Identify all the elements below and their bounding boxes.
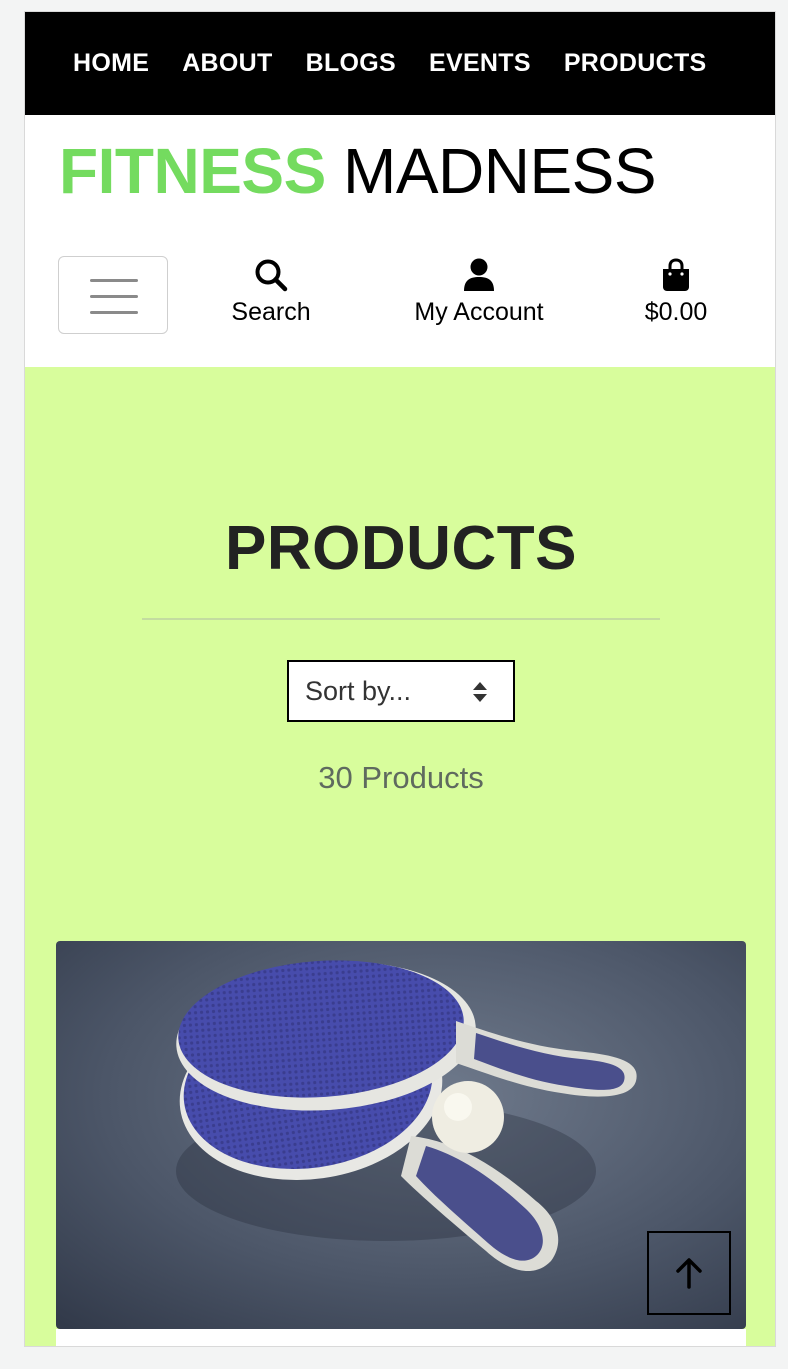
nav-products[interactable]: PRODUCTS: [564, 49, 707, 78]
product-count: 30 Products: [318, 760, 484, 795]
search-label: Search: [231, 298, 311, 326]
cart-link[interactable]: $0.00: [631, 258, 721, 327]
back-to-top-button[interactable]: [647, 1231, 731, 1315]
hamburger-icon: [90, 279, 138, 282]
select-arrows-icon: [473, 682, 487, 702]
logo-fitness: FITNESS: [59, 135, 326, 207]
site-logo[interactable]: FITNESS MADNESS: [59, 135, 657, 207]
main-nav: HOME ABOUT BLOGS EVENTS PRODUCTS: [25, 12, 775, 115]
table-tennis-paddles-image: [56, 941, 746, 1329]
shopping-bag-icon: [663, 258, 689, 291]
menu-toggle-button[interactable]: [58, 256, 168, 334]
search-icon: [255, 259, 288, 292]
arrow-up-icon: [676, 1258, 702, 1289]
search-button[interactable]: Search: [221, 258, 321, 327]
products-section: PRODUCTS Sort by... 30 Products: [25, 367, 775, 1346]
hamburger-line: [90, 295, 138, 298]
page-title: PRODUCTS: [225, 514, 577, 583]
hamburger-line: [90, 311, 138, 314]
product-image[interactable]: [56, 941, 746, 1329]
my-account-label: My Account: [414, 298, 544, 326]
user-icon: [464, 258, 494, 291]
sort-select[interactable]: Sort by...: [287, 660, 515, 722]
title-divider: [142, 618, 660, 620]
page-frame: HOME ABOUT BLOGS EVENTS PRODUCTS FITNESS…: [24, 11, 776, 1347]
nav-blogs[interactable]: BLOGS: [306, 49, 396, 78]
nav-home[interactable]: HOME: [73, 49, 149, 78]
logo-madness: MADNESS: [343, 135, 657, 207]
product-card-body: [56, 1329, 746, 1346]
nav-about[interactable]: ABOUT: [182, 49, 272, 78]
cart-total: $0.00: [644, 298, 708, 326]
sort-selected-value: Sort by...: [305, 676, 412, 706]
my-account-link[interactable]: My Account: [401, 258, 557, 327]
nav-events[interactable]: EVENTS: [429, 49, 531, 78]
